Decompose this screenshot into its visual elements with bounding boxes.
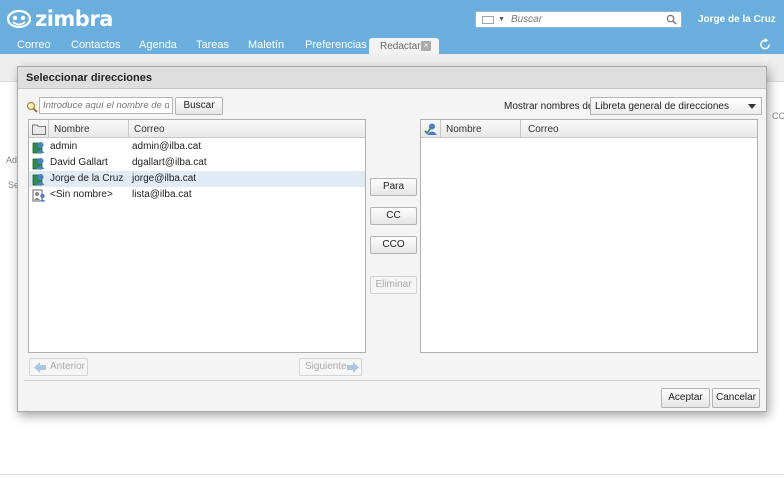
cancel-button[interactable]: Cancelar <box>712 388 760 408</box>
next-page-label: Siguiente <box>305 361 347 372</box>
global-search-box[interactable]: ▼ <box>475 11 682 28</box>
background-stub-text: CO <box>772 111 784 121</box>
column-separator <box>48 120 49 138</box>
next-page-button[interactable]: Siguiente <box>299 358 362 376</box>
close-icon[interactable]: × <box>421 41 431 51</box>
column-header-name[interactable]: Nombre <box>54 124 90 135</box>
contact-name: <Sin nombre> <box>50 189 113 200</box>
contact-row[interactable]: David Gallart dgallart@ilba.cat <box>29 155 365 171</box>
divider <box>0 474 784 475</box>
recipient-search-input[interactable] <box>39 97 173 114</box>
show-names-label: Mostrar nombres de: <box>504 101 597 112</box>
accept-button[interactable]: Aceptar <box>661 388 710 408</box>
contact-group-icon <box>32 189 46 202</box>
column-separator <box>128 120 129 138</box>
divider <box>24 380 760 381</box>
tab-contacts[interactable]: Contactos <box>71 39 121 51</box>
global-search-input[interactable] <box>510 14 651 25</box>
zimbra-logo-icon <box>6 9 32 29</box>
search-button[interactable]: Buscar <box>175 97 223 115</box>
refresh-icon[interactable] <box>759 38 772 51</box>
contact-email: dgallart@ilba.cat <box>132 157 207 168</box>
contact-name: admin <box>50 141 78 152</box>
add-bcc-button[interactable]: CCO <box>370 236 417 254</box>
dialog-title: Seleccionar direcciones <box>18 67 766 89</box>
add-cc-button[interactable]: CC <box>370 207 417 225</box>
show-names-select[interactable]: Libreta general de direcciones <box>590 97 762 115</box>
contact-email: lista@ilba.cat <box>132 189 192 200</box>
contact-icon <box>32 174 45 186</box>
previous-page-label: Anterior <box>50 361 86 372</box>
recipients-header: Nombre Correo <box>421 120 757 138</box>
tab-preferences[interactable]: Preferencias <box>305 39 367 51</box>
user-menu[interactable]: Jorge de la Cruz <box>698 14 776 25</box>
top-bar: zimbra ▼ Jorge de la Cruz <box>0 0 784 37</box>
column-header-email[interactable]: Correo <box>134 124 165 135</box>
brand-name: zimbra <box>35 7 113 31</box>
tab-tasks[interactable]: Tareas <box>196 39 229 51</box>
contact-email: jorge@ilba.cat <box>132 173 197 184</box>
arrow-right-icon <box>347 362 359 373</box>
search-icon[interactable] <box>666 14 677 25</box>
show-names-value: Libreta general de direcciones <box>595 101 729 112</box>
contact-icon <box>32 142 45 154</box>
contact-name: David Gallart <box>50 157 108 168</box>
remove-button[interactable]: Eliminar <box>370 276 417 294</box>
arrow-left-icon <box>34 362 46 373</box>
add-to-button[interactable]: Para <box>370 178 417 196</box>
contact-row[interactable]: admin admin@ilba.cat <box>29 139 365 155</box>
zimbra-logo[interactable]: zimbra <box>6 7 113 31</box>
column-separator <box>520 120 521 138</box>
chevron-down-icon[interactable]: ▼ <box>498 16 505 23</box>
tab-mail[interactable]: Correo <box>17 39 51 51</box>
search-icon <box>26 101 38 113</box>
previous-page-button[interactable]: Anterior <box>29 358 88 376</box>
results-header: Nombre Correo <box>29 120 365 138</box>
contact-icon <box>32 158 45 170</box>
mail-search-type-icon[interactable] <box>482 15 494 24</box>
column-separator <box>440 120 441 138</box>
background-stub-text: Ad <box>6 155 18 165</box>
column-header-email[interactable]: Correo <box>528 124 559 135</box>
tab-calendar[interactable]: Agenda <box>139 39 177 51</box>
contact-email: admin@ilba.cat <box>132 141 202 152</box>
contact-add-icon <box>424 123 437 135</box>
tab-briefcase[interactable]: Maletín <box>248 39 284 51</box>
search-results-list: Nombre Correo admin admin@ilba.cat David… <box>28 119 366 353</box>
tab-compose-label: Redactar <box>380 41 421 52</box>
folder-icon <box>32 124 46 135</box>
selected-recipients-list: Nombre Correo <box>420 119 758 353</box>
column-header-name[interactable]: Nombre <box>446 124 482 135</box>
contact-row[interactable]: Jorge de la Cruz jorge@ilba.cat <box>29 171 365 187</box>
chevron-down-icon <box>748 104 756 109</box>
contact-name: Jorge de la Cruz <box>50 173 124 184</box>
select-addresses-dialog: Seleccionar direcciones Buscar Mostrar n… <box>17 66 767 412</box>
tab-compose[interactable]: Redactar × <box>369 38 439 54</box>
contact-row[interactable]: <Sin nombre> lista@ilba.cat <box>29 187 365 203</box>
app-tabs: Correo Contactos Agenda Tareas Maletín P… <box>0 37 784 54</box>
